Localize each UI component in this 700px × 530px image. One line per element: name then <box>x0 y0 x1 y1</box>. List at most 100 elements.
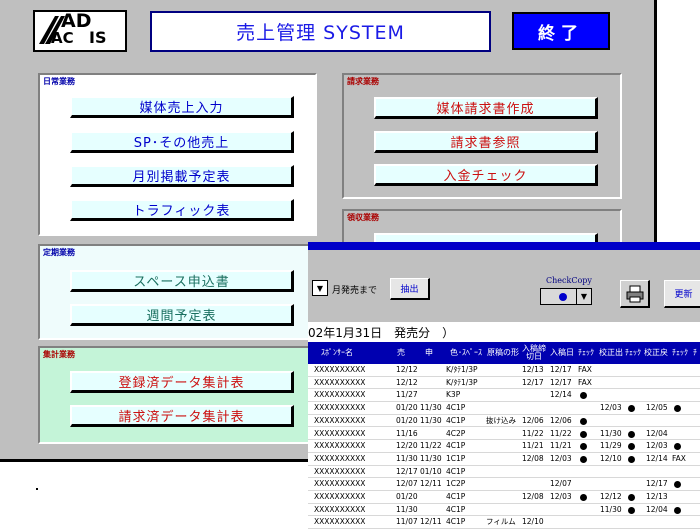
weekly-schedule-button[interactable]: 週間予定表 <box>70 304 294 326</box>
cell-color: 4C1P <box>446 466 466 476</box>
traffic-table-button[interactable]: トラフィック表 <box>70 199 294 221</box>
checkcopy-dot-icon <box>559 293 567 301</box>
cell-nyuko: 12/17 <box>550 377 572 387</box>
check-dot-icon <box>674 443 681 451</box>
cell-mou: 11/22 <box>420 441 442 451</box>
table-row[interactable]: XXXXXXXXXX 01/20 4C1P 12/08 12/03 12/12 12/13 <box>308 491 700 504</box>
payment-check-button[interactable]: 入金チェック <box>374 164 598 186</box>
check-dot-icon <box>580 455 587 463</box>
cell-kousei-de: 11/29 <box>600 441 622 451</box>
cell-uri: 11/27 <box>396 390 418 400</box>
cell-shime: 12/10 <box>522 517 544 527</box>
table-row[interactable]: XXXXXXXXXX 12/12 K/ﾀﾃ1/3P 12/17 12/17 FAX <box>308 377 700 390</box>
date-caption: 02年1月31日 発売分 ） <box>308 322 700 342</box>
check-dot-icon <box>580 392 587 400</box>
periodic-tasks-panel: 定期業務 スペース申込書 週間予定表 <box>38 244 317 340</box>
cell-mou: 11/30 <box>420 415 442 425</box>
cell-nyuko: 12/03 <box>550 453 572 463</box>
chevron-down-icon: ▼ <box>316 283 324 293</box>
cell-mou: 12/11 <box>420 479 442 489</box>
table-row[interactable]: XXXXXXXXXX 01/20 11/30 4C1P 抜け込み 12/06 12/06 <box>308 415 700 428</box>
cell-sponsor: XXXXXXXXXX <box>314 377 366 387</box>
print-button[interactable] <box>620 280 650 308</box>
daily-tasks-label: 日常業務 <box>43 77 75 86</box>
cell-kousei-modo: 12/05 <box>646 403 668 413</box>
checkcopy-select[interactable]: ▼ <box>540 288 592 305</box>
cell-color: 4C1P <box>446 492 466 501</box>
receipt-label: 領収業務 <box>347 213 379 222</box>
cell-sponsor: XXXXXXXXXX <box>314 479 366 489</box>
col-check-2: ﾁｪｯｸ <box>625 348 641 357</box>
col-application: 申 <box>425 348 433 357</box>
cell-shime: 11/21 <box>522 441 544 451</box>
check-dot-icon <box>580 443 587 451</box>
cell-uri: 11/16 <box>396 428 418 438</box>
cell-color: 4C2P <box>446 428 466 438</box>
logo-text-is: IS <box>89 28 107 47</box>
check-dot-icon <box>628 405 635 413</box>
cell-kousei-de: 12/12 <box>600 492 622 501</box>
cell-color: 4C1P <box>446 517 466 527</box>
cell-uri: 12/12 <box>396 377 418 387</box>
monthly-schedule-button[interactable]: 月別掲載予定表 <box>70 165 294 187</box>
table-row[interactable]: XXXXXXXXXX 11/30 4C1P 11/30 12/04 <box>308 504 700 517</box>
cell-shime: 12/13 <box>522 365 544 374</box>
cell-c1: FAX <box>578 377 592 387</box>
cell-uri: 12/20 <box>396 441 418 451</box>
billed-data-summary-button[interactable]: 請求済データ集計表 <box>70 405 294 427</box>
invoice-reference-button[interactable]: 請求書参照 <box>374 131 598 153</box>
table-row[interactable]: XXXXXXXXXX 11/16 4C2P 11/22 11/22 11/30 12/04 <box>308 428 700 441</box>
cell-genko: 抜け込み <box>486 415 516 425</box>
cell-kousei-de: 11/30 <box>600 504 622 514</box>
cell-kousei-modo: 12/13 <box>646 492 668 501</box>
update-button[interactable]: 更新 <box>664 280 700 308</box>
cell-color: K/ﾀﾃ1/3P <box>446 377 478 387</box>
sp-other-sales-button[interactable]: SP･その他売上 <box>70 131 294 153</box>
cell-kousei-modo: 12/03 <box>646 441 668 451</box>
table-row[interactable]: XXXXXXXXXX 01/20 11/30 4C1P 12/03 12/05 <box>308 402 700 415</box>
cell-kousei-modo: 12/04 <box>646 504 668 514</box>
toolbar: ▼ 月発売まで 抽出 CheckCopy ▼ 更新 <box>308 250 700 322</box>
table-row[interactable]: XXXXXXXXXX 12/17 01/10 4C1P <box>308 466 700 479</box>
cell-shime: 12/08 <box>522 453 544 463</box>
cell-kousei-modo: 12/14 <box>646 453 668 463</box>
month-label: 月発売まで <box>332 286 378 296</box>
summary-tasks-panel: 集計業務 登録済データ集計表 請求済データ集計表 <box>38 346 317 444</box>
col-check-3: ﾁｪｯｸ <box>672 348 688 357</box>
space-application-button[interactable]: スペース申込書 <box>70 270 294 292</box>
col-deadline: 入稿締切日 <box>522 344 546 361</box>
table-row[interactable]: XXXXXXXXXX 11/07 12/11 4C1P フィルム 12/10 <box>308 516 700 530</box>
cell-kousei-modo: 12/04 <box>646 428 668 438</box>
table-header: ｽﾎﾟﾝｻｰ名 売 申 色･ｽﾍﾟｰｽ 原稿の形 入稿締切日 入稿日 ﾁｪｯｸ … <box>308 342 700 364</box>
col-proof-out: 校正出 <box>599 348 623 357</box>
cell-nyuko: 11/21 <box>550 441 572 451</box>
registered-data-summary-button[interactable]: 登録済データ集計表 <box>70 371 294 393</box>
cell-kousei-de: 12/10 <box>600 453 622 463</box>
media-invoice-create-button[interactable]: 媒体請求書作成 <box>374 97 598 119</box>
cell-sponsor: XXXXXXXXXX <box>314 415 366 425</box>
media-sales-entry-button[interactable]: 媒体売上入力 <box>70 96 294 118</box>
daily-tasks-panel: 日常業務 媒体売上入力 SP･その他売上 月別掲載予定表 トラフィック表 <box>38 73 317 236</box>
cell-uri: 01/20 <box>396 492 418 501</box>
check-dot-icon <box>628 494 635 501</box>
cell-nyuko: 12/06 <box>550 415 572 425</box>
cell-sponsor: XXXXXXXXXX <box>314 441 366 451</box>
company-logo: AD AC IS <box>33 10 127 52</box>
table-row[interactable]: XXXXXXXXXX 11/30 11/30 1C1P 12/08 12/03 12/10 1… <box>308 453 700 466</box>
table-row[interactable]: XXXXXXXXXX 12/12 K/ﾀﾃ1/3P 12/13 12/17 FAX <box>308 364 700 377</box>
table-row[interactable]: XXXXXXXXXX 12/20 11/22 4C1P 11/21 11/21 11/29 1… <box>308 440 700 453</box>
printer-icon <box>626 285 643 302</box>
cell-uri: 12/12 <box>396 365 418 374</box>
col-proof-back: 校正戻 <box>644 348 668 357</box>
table-row[interactable]: XXXXXXXXXX 11/27 K3P 12/14 <box>308 389 700 403</box>
cell-shime: 12/06 <box>522 415 544 425</box>
cell-color: K3P <box>446 390 461 400</box>
exit-button[interactable]: 終了 <box>512 12 610 50</box>
col-sales: 売 <box>397 348 405 357</box>
month-dropdown[interactable]: ▼ <box>312 280 328 296</box>
table-row[interactable]: XXXXXXXXXX 12/07 12/11 1C2P 12/07 12/17 <box>308 478 700 491</box>
cell-kousei-de: 12/03 <box>600 403 622 413</box>
cell-sponsor: XXXXXXXXXX <box>314 453 366 463</box>
extract-button[interactable]: 抽出 <box>390 278 430 300</box>
cell-uri: 11/07 <box>396 517 418 527</box>
